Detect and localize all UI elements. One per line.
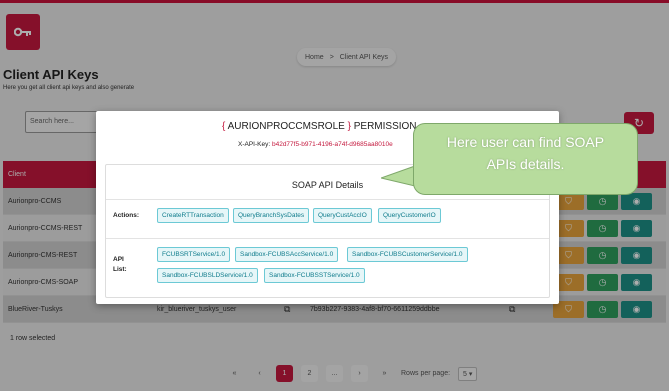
action-chip[interactable]: QueryCustomerIO	[378, 208, 441, 223]
brace-close: }	[347, 121, 351, 132]
api-key-line: X-API-Key: b42d77f5-b971-4196-a74f-d9685…	[238, 141, 393, 148]
modal-title: { AURIONPROCCMSROLE } PERMISSION	[222, 121, 417, 132]
actions-label: Actions:	[113, 212, 139, 219]
api-chip[interactable]: Sandbox-FCUBSCustomerService/1.0	[347, 247, 468, 262]
callout-tail	[381, 165, 416, 187]
action-chip[interactable]: QueryCustAccIO	[313, 208, 372, 223]
role-name: AURIONPROCCMSROLE	[227, 121, 345, 132]
api-list-label-1: API	[113, 256, 124, 263]
api-list-label-2: List:	[113, 266, 127, 273]
callout-line-2: APIs details.	[486, 156, 565, 172]
api-chip[interactable]: Sandbox-FCUBSLDService/1.0	[157, 268, 258, 283]
api-chip[interactable]: Sandbox-FCUBSAccService/1.0	[235, 247, 339, 262]
title-suffix: PERMISSION	[353, 121, 417, 132]
api-key-value: b42d77f5-b971-4196-a74f-d9685aa8010e	[271, 141, 393, 148]
api-key-label: X-API-Key:	[238, 141, 271, 148]
api-chip[interactable]: FCUBSRTService/1.0	[157, 247, 231, 262]
api-chip[interactable]: Sandbox-FCUBSSTService/1.0	[264, 268, 365, 283]
callout-note: Here user can find SOAP APIs details.	[413, 123, 638, 195]
callout-line-1: Here user can find SOAP	[446, 134, 605, 150]
brace-open: {	[222, 121, 226, 132]
divider	[106, 199, 549, 200]
divider	[106, 238, 549, 239]
action-chip[interactable]: QueryBranchSysDates	[233, 208, 310, 223]
action-chip[interactable]: CreateRTTransaction	[157, 208, 229, 223]
